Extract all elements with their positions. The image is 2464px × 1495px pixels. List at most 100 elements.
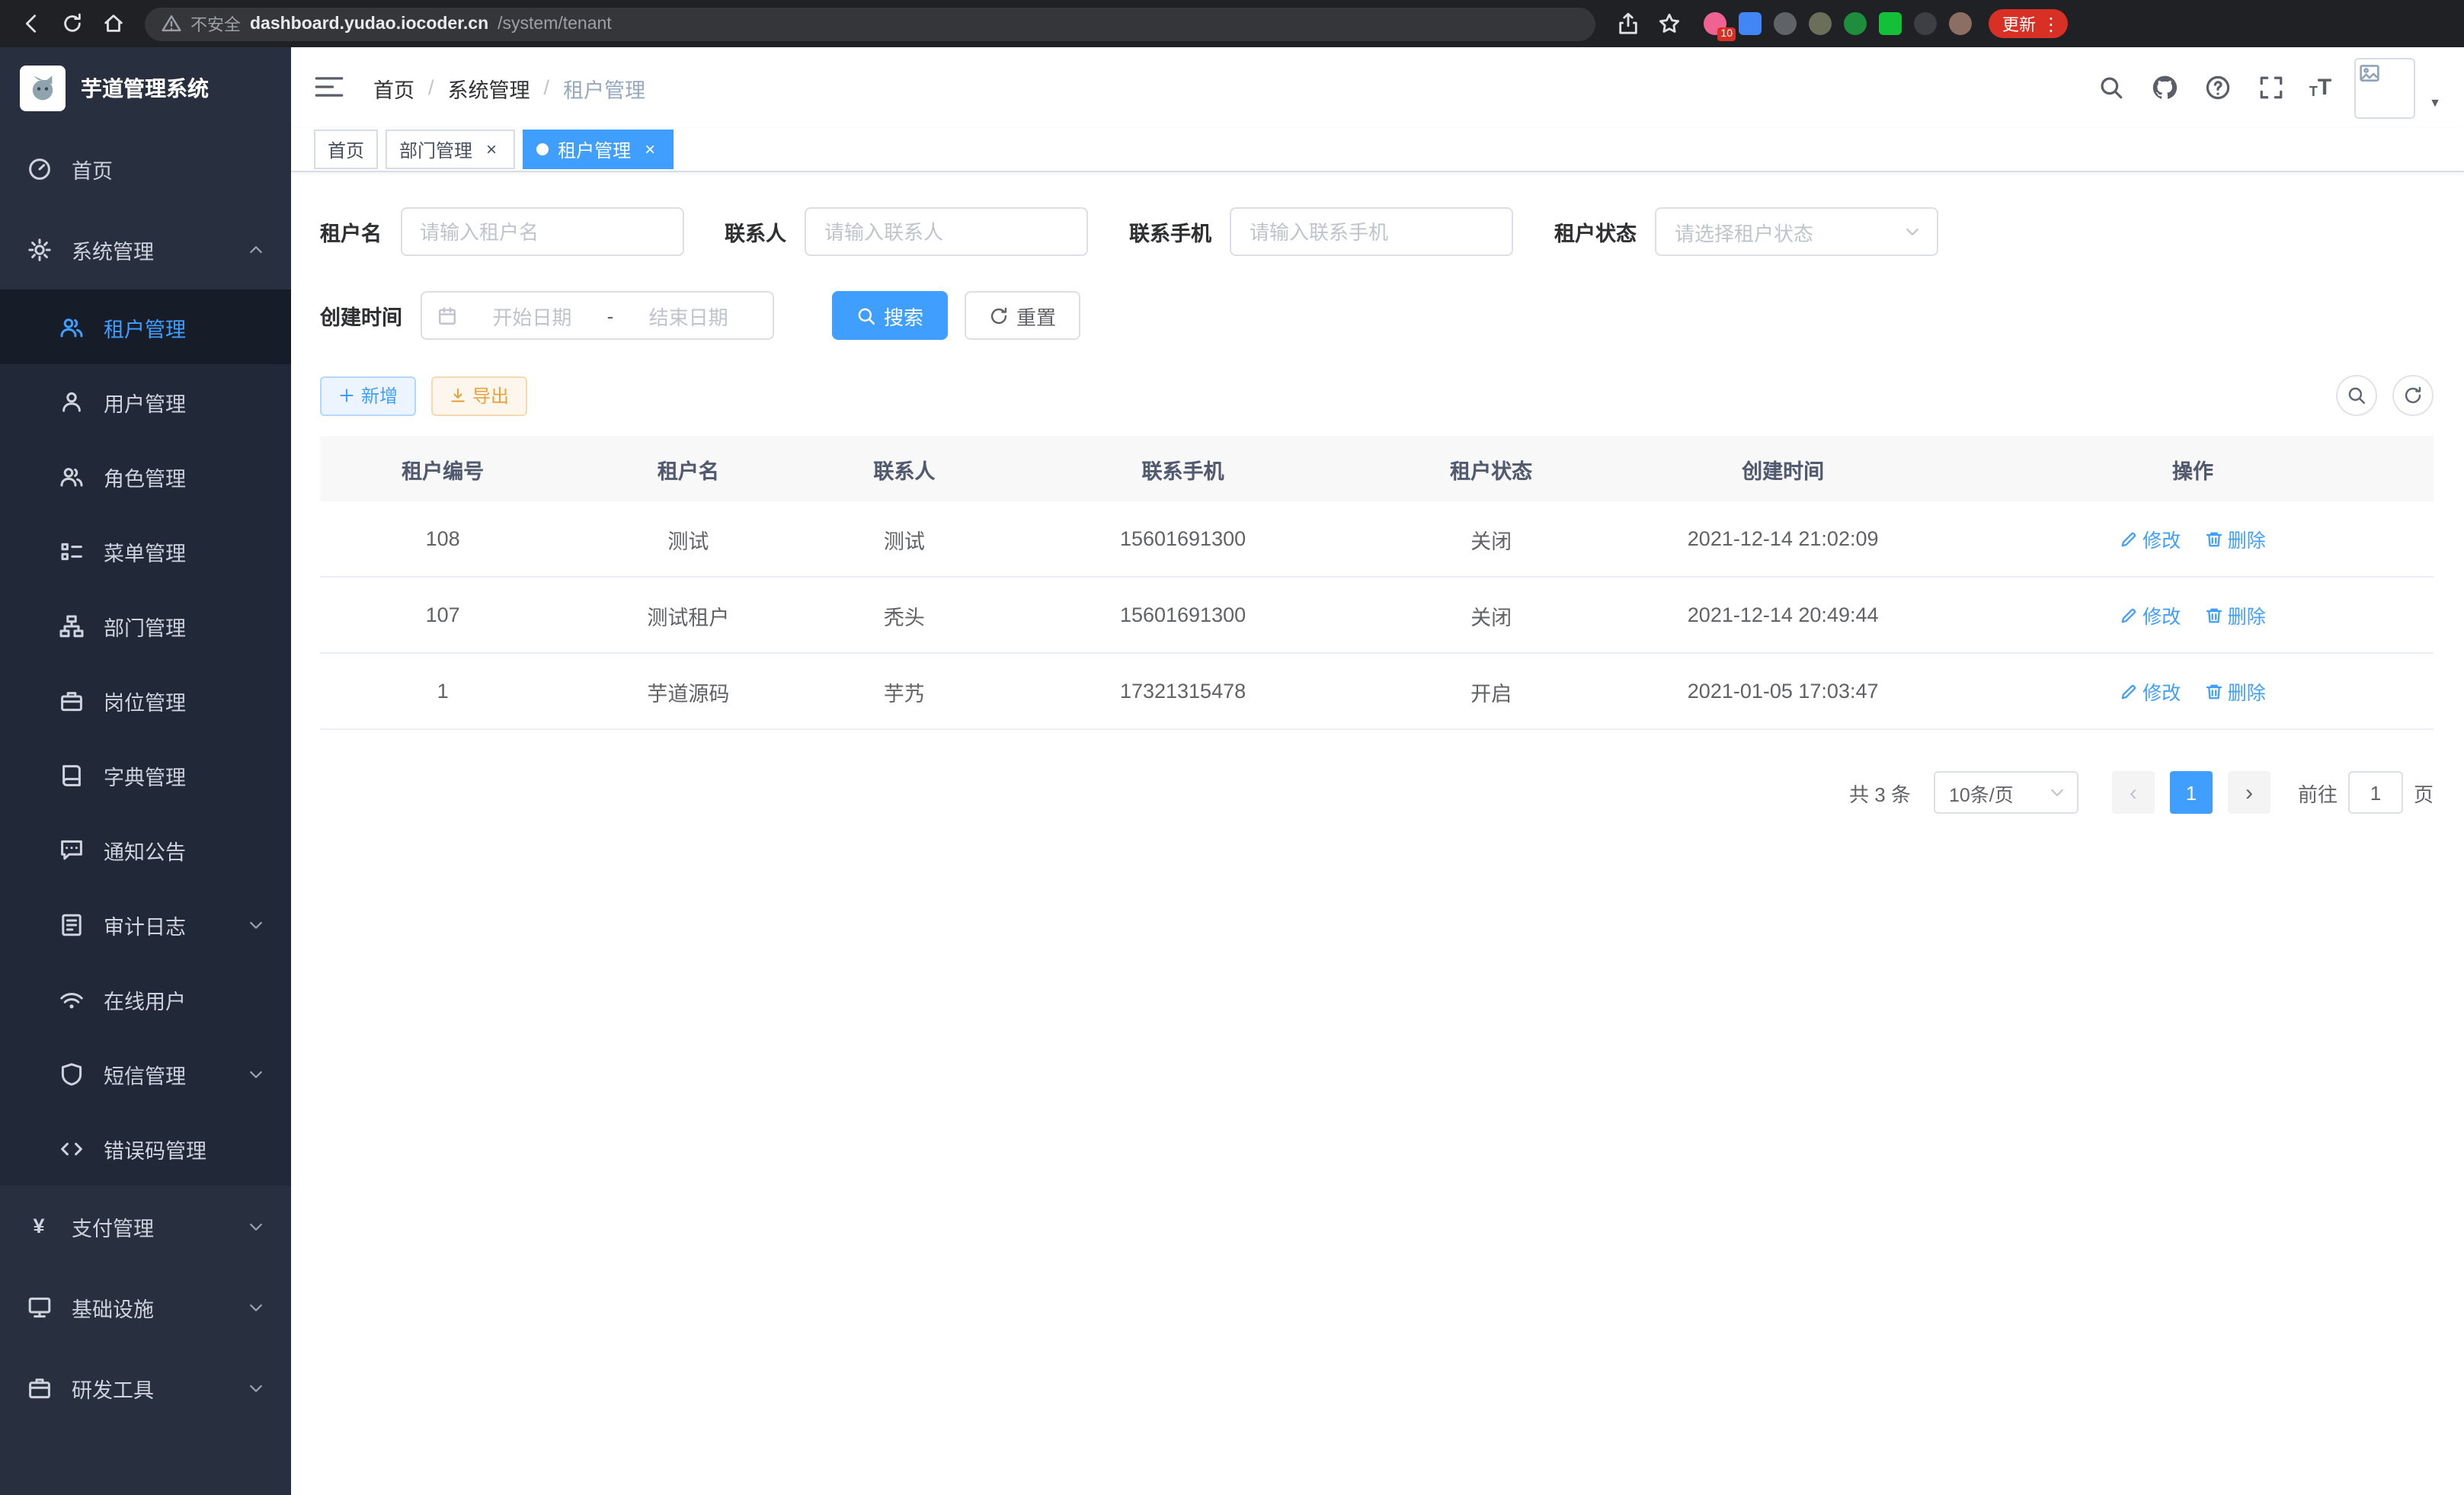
sidebar-item-notice[interactable]: 通知公告 <box>0 812 291 887</box>
sidebar-item-tenant[interactable]: 租户管理 <box>0 290 291 364</box>
extension-icon[interactable] <box>1809 12 1832 35</box>
breadcrumb-home[interactable]: 首页 <box>373 72 414 103</box>
trash-icon <box>2205 682 2223 700</box>
browser-reload-icon[interactable] <box>53 5 90 42</box>
url-path: /system/tenant <box>498 14 612 33</box>
app-window: 芋道管理系统 首页 系统管理 租户管理 用户管理 <box>0 47 2464 1495</box>
sidebar-item-label: 支付管理 <box>72 1211 154 1241</box>
avatar[interactable] <box>2354 57 2415 118</box>
sidebar-item-audit-log[interactable]: 审计日志 <box>0 887 291 962</box>
chrome-menu-icon[interactable]: ⋮ <box>2042 14 2060 33</box>
fullscreen-icon[interactable] <box>2256 72 2286 103</box>
breadcrumb-system[interactable]: 系统管理 <box>448 72 530 103</box>
date-range-picker[interactable]: 开始日期 - 结束日期 <box>421 291 774 340</box>
extension-icon[interactable] <box>1914 12 1937 35</box>
delete-button[interactable]: 删除 <box>2205 600 2266 629</box>
bookmark-star-icon[interactable] <box>1650 5 1687 42</box>
status-select-placeholder: 请选择租户状态 <box>1675 217 1813 246</box>
page-number-button[interactable]: 1 <box>2170 771 2213 814</box>
next-page-button[interactable]: › <box>2228 771 2270 814</box>
close-icon[interactable]: × <box>640 139 660 159</box>
sidebar-item-error-code[interactable]: 错误码管理 <box>0 1111 291 1186</box>
add-button[interactable]: 新增 <box>320 376 416 415</box>
cell-phone: 17321315478 <box>997 653 1368 729</box>
user-dropdown-caret-icon[interactable]: ▼ <box>2429 95 2441 109</box>
cell-tenant-name: 芋道源码 <box>565 653 811 729</box>
edit-button[interactable]: 修改 <box>2120 524 2181 553</box>
sidebar-item-online-user[interactable]: 在线用户 <box>0 962 291 1036</box>
sidebar-item-payment[interactable]: ¥ 支付管理 <box>0 1186 291 1266</box>
sidebar-item-dict[interactable]: 字典管理 <box>0 738 291 812</box>
cell-created: 2021-12-14 20:49:44 <box>1614 577 1952 653</box>
field-status: 租户状态 请选择租户状态 <box>1554 207 1938 256</box>
sidebar-item-menu[interactable]: 菜单管理 <box>0 514 291 588</box>
prev-page-button[interactable]: ‹ <box>2112 771 2155 814</box>
search-icon[interactable] <box>2096 72 2126 103</box>
app-logo[interactable]: 芋道管理系统 <box>0 47 291 128</box>
screen: 不安全 dashboard.yudao.iocoder.cn/system/te… <box>0 0 2464 1495</box>
sidebar-item-post[interactable]: 岗位管理 <box>0 663 291 738</box>
sidebar-item-user[interactable]: 用户管理 <box>0 364 291 439</box>
close-icon[interactable]: × <box>482 139 501 159</box>
column-header: 联系人 <box>811 436 998 501</box>
page-size-select[interactable]: 10条/页 <box>1934 771 2078 814</box>
search-icon <box>856 306 876 325</box>
cell-status: 关闭 <box>1368 577 1614 653</box>
delete-button[interactable]: 删除 <box>2205 677 2266 706</box>
sidebar-item-infrastructure[interactable]: 基础设施 <box>0 1266 291 1347</box>
export-button[interactable]: 导出 <box>431 376 527 415</box>
extension-icon[interactable] <box>1879 12 1902 35</box>
cell-operations: 修改 删除 <box>1952 653 2434 729</box>
cell-contact: 测试 <box>811 501 998 577</box>
field-phone: 联系手机 <box>1129 207 1513 256</box>
sidebar-item-dept[interactable]: 部门管理 <box>0 588 291 663</box>
org-tree-icon <box>58 613 84 639</box>
sidebar-item-role[interactable]: 角色管理 <box>0 439 291 514</box>
chevron-up-icon <box>247 240 265 258</box>
toggle-search-icon[interactable] <box>2336 375 2377 416</box>
extension-icon[interactable] <box>1949 12 1972 35</box>
active-dot <box>536 143 549 155</box>
date-start-placeholder[interactable]: 开始日期 <box>463 301 601 330</box>
refresh-icon[interactable] <box>2392 375 2434 416</box>
search-button[interactable]: 搜索 <box>832 291 948 340</box>
sidebar-item-home[interactable]: 首页 <box>0 128 291 209</box>
edit-button[interactable]: 修改 <box>2120 600 2181 629</box>
browser-back-icon[interactable] <box>12 5 49 42</box>
column-header: 操作 <box>1952 436 2434 501</box>
tab-label: 首页 <box>328 136 364 162</box>
delete-button[interactable]: 删除 <box>2205 524 2266 553</box>
github-icon[interactable] <box>2149 72 2180 103</box>
extension-icon[interactable] <box>1774 12 1797 35</box>
reset-button[interactable]: 重置 <box>965 291 1080 340</box>
cell-operations: 修改 删除 <box>1952 577 2434 653</box>
share-icon[interactable] <box>1609 5 1646 42</box>
create-time-label: 创建时间 <box>320 300 402 331</box>
extension-icon[interactable] <box>1739 12 1762 35</box>
extension-icon[interactable]: 10 <box>1704 12 1726 35</box>
status-select[interactable]: 请选择租户状态 <box>1655 207 1938 256</box>
sidebar-item-system[interactable]: 系统管理 <box>0 209 291 290</box>
help-icon[interactable] <box>2203 72 2233 103</box>
goto-page-input[interactable] <box>2348 771 2403 814</box>
sidebar-item-sms[interactable]: 短信管理 <box>0 1036 291 1111</box>
phone-input[interactable] <box>1230 207 1513 256</box>
contact-input[interactable] <box>805 207 1088 256</box>
edit-button[interactable]: 修改 <box>2120 677 2181 706</box>
address-bar[interactable]: 不安全 dashboard.yudao.iocoder.cn/system/te… <box>145 7 1595 40</box>
tab-tenant[interactable]: 租户管理 × <box>523 130 674 169</box>
page-content: 租户名 联系人 联系手机 租户状态 请选择租户状态 <box>291 172 2464 1495</box>
tab-dept[interactable]: 部门管理 × <box>386 130 515 169</box>
chrome-update-button[interactable]: 更新 ⋮ <box>1989 9 2068 38</box>
tenant-name-input[interactable] <box>400 207 683 256</box>
tab-home[interactable]: 首页 <box>314 130 378 169</box>
column-header: 创建时间 <box>1614 436 1952 501</box>
font-size-icon[interactable]: TT <box>2309 76 2331 99</box>
sidebar-item-devtools[interactable]: 研发工具 <box>0 1347 291 1428</box>
browser-home-icon[interactable] <box>94 5 131 42</box>
date-end-placeholder[interactable]: 结束日期 <box>619 301 757 330</box>
sidebar-item-label: 首页 <box>72 153 113 184</box>
chevron-down-icon <box>247 1217 265 1235</box>
sidebar-collapse-icon[interactable] <box>314 71 347 104</box>
extension-icon[interactable] <box>1844 12 1867 35</box>
